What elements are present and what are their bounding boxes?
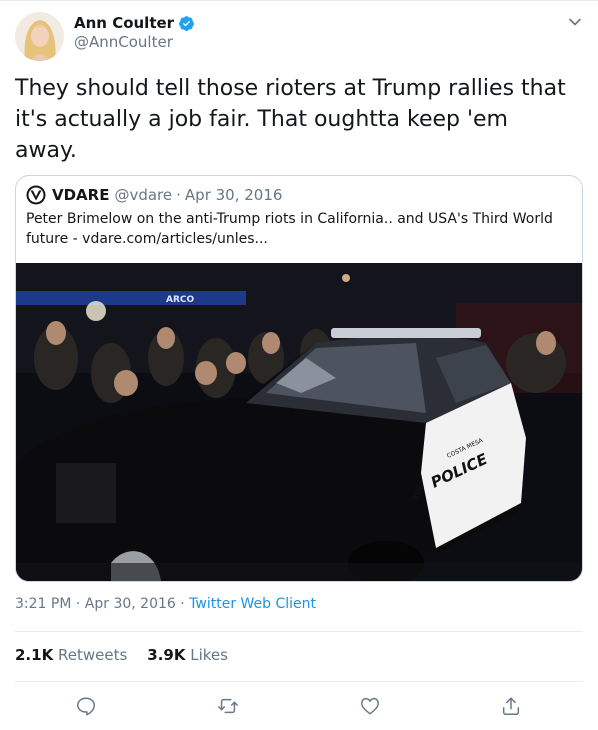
like-button[interactable]: [359, 695, 381, 717]
share-button[interactable]: [500, 695, 522, 717]
tweet-time[interactable]: 3:21 PM: [15, 596, 71, 612]
quoted-tweet-card[interactable]: VDARE @vdare · Apr 30, 2016 Peter Brimel…: [15, 175, 583, 582]
retweet-icon: [218, 698, 238, 714]
retweets-stat[interactable]: 2.1K Retweets: [15, 646, 127, 664]
tweet-meta: 3:21 PM · Apr 30, 2016 · Twitter Web Cli…: [15, 596, 316, 612]
quoted-date[interactable]: Apr 30, 2016: [185, 186, 283, 204]
quoted-handle[interactable]: @vdare: [114, 186, 172, 204]
riot-police-car-photo[interactable]: ARCO COSTA MESA POLICE 706: [16, 263, 582, 581]
station-sign-text: ARCO: [166, 295, 195, 305]
divider: [15, 631, 583, 632]
retweet-button[interactable]: [217, 695, 239, 717]
chevron-down-icon[interactable]: [567, 14, 583, 30]
vdare-logo-icon: [26, 185, 46, 205]
author-name-text: Ann Coulter: [74, 14, 175, 32]
verified-badge-icon: [179, 15, 195, 31]
retweets-label: Retweets: [57, 646, 128, 664]
divider: [15, 681, 583, 682]
likes-count: 3.9K: [147, 646, 186, 664]
top-border: [0, 0, 598, 1]
reply-button[interactable]: [75, 695, 97, 717]
reply-icon: [77, 697, 95, 716]
meta-separator-1: ·: [75, 596, 81, 612]
author-display-name[interactable]: Ann Coulter: [74, 14, 195, 32]
heart-icon: [361, 697, 379, 715]
author-handle[interactable]: @AnnCoulter: [74, 33, 173, 51]
tweet-stats: 2.1K Retweets 3.9K Likes: [15, 646, 228, 664]
quoted-display-name[interactable]: VDARE: [52, 186, 109, 204]
quoted-separator: ·: [176, 186, 181, 204]
likes-stat[interactable]: 3.9K Likes: [147, 646, 228, 664]
share-icon: [502, 697, 520, 715]
quoted-tweet-text: Peter Brimelow on the anti-Trump riots i…: [26, 211, 553, 247]
retweets-count: 2.1K: [15, 646, 54, 664]
likes-label: Likes: [190, 646, 228, 664]
quoted-tweet-header: VDARE @vdare · Apr 30, 2016: [26, 185, 282, 205]
meta-separator-2: ·: [180, 596, 185, 612]
tweet-date[interactable]: Apr 30, 2016: [85, 596, 176, 612]
tweet-text: They should tell those rioters at Trump …: [15, 76, 566, 163]
avatar[interactable]: [15, 12, 64, 61]
tweet-client-link[interactable]: Twitter Web Client: [189, 596, 316, 612]
